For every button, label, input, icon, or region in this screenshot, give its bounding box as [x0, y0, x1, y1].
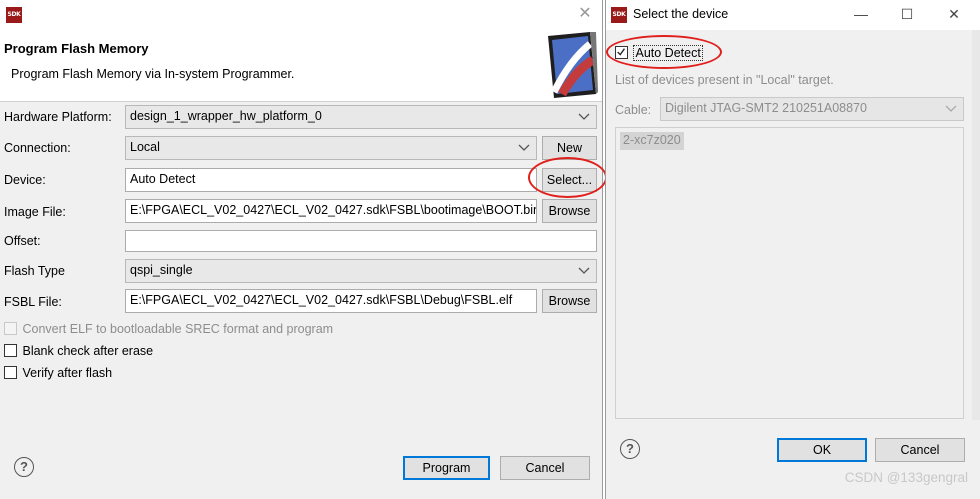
close-icon[interactable]: ✕	[576, 5, 594, 23]
chevron-down-icon	[578, 267, 590, 274]
flash-type-value: qspi_single	[130, 263, 193, 277]
minimize-icon[interactable]: —	[850, 4, 872, 24]
device-list-item[interactable]: 2-xc7z020	[620, 132, 684, 150]
dialog-header: Program Flash Memory Program Flash Memor…	[0, 30, 602, 102]
connection-value: Local	[130, 140, 160, 154]
browse-fsbl-button[interactable]: Browse	[542, 289, 597, 313]
device-field[interactable]: Auto Detect	[125, 168, 537, 192]
flash-type-select[interactable]: qspi_single	[125, 259, 597, 283]
fsbl-file-label: FSBL File:	[4, 295, 62, 309]
cable-select[interactable]: Digilent JTAG-SMT2 210251A08870	[660, 97, 964, 121]
cable-label: Cable:	[615, 103, 652, 117]
flash-memory-logo-icon	[548, 32, 598, 98]
dialog-title: Program Flash Memory	[4, 41, 149, 56]
program-flash-memory-dialog: SDK ✕ Program Flash Memory Program Flash…	[0, 0, 607, 499]
new-connection-button[interactable]: New	[542, 136, 597, 160]
blank-check-label: Blank check after erase	[22, 344, 154, 358]
ok-button[interactable]: OK	[777, 438, 867, 462]
help-icon[interactable]: ?	[14, 457, 34, 477]
right-title-bar[interactable]: SDK Select the device — ☐ ✕	[606, 0, 980, 30]
offset-label: Offset:	[4, 234, 41, 248]
offset-input[interactable]	[125, 230, 597, 252]
close-icon[interactable]: ✕	[943, 4, 965, 24]
browse-image-button[interactable]: Browse	[542, 199, 597, 223]
left-cancel-button[interactable]: Cancel	[500, 456, 590, 480]
convert-elf-checkbox[interactable]	[4, 322, 17, 335]
blank-check-checkbox[interactable]	[4, 344, 17, 357]
blank-check-option[interactable]: Blank check after erase	[4, 344, 153, 358]
chevron-down-icon	[578, 113, 590, 120]
auto-detect-label: Auto Detect	[633, 45, 703, 61]
cable-value: Digilent JTAG-SMT2 210251A08870	[665, 101, 867, 115]
image-file-input[interactable]: E:\FPGA\ECL_V02_0427\ECL_V02_0427.sdk\FS…	[125, 199, 537, 223]
hardware-platform-select[interactable]: design_1_wrapper_hw_platform_0	[125, 105, 597, 129]
select-device-button[interactable]: Select...	[542, 168, 597, 192]
verify-checkbox[interactable]	[4, 366, 17, 379]
verify-label: Verify after flash	[22, 366, 113, 380]
auto-detect-option[interactable]: Auto Detect	[615, 45, 703, 61]
fsbl-file-input[interactable]: E:\FPGA\ECL_V02_0427\ECL_V02_0427.sdk\FS…	[125, 289, 537, 313]
help-icon[interactable]: ?	[620, 439, 640, 459]
hardware-platform-value: design_1_wrapper_hw_platform_0	[130, 109, 322, 123]
chevron-down-icon	[945, 105, 957, 112]
left-title-bar[interactable]: SDK ✕	[0, 0, 602, 30]
connection-label: Connection:	[4, 141, 71, 155]
right-cancel-button[interactable]: Cancel	[875, 438, 965, 462]
scrollbar[interactable]	[972, 30, 980, 420]
sdk-app-icon: SDK	[611, 7, 627, 23]
flash-type-label: Flash Type	[4, 264, 65, 278]
device-list-caption: List of devices present in "Local" targe…	[615, 73, 834, 87]
select-device-dialog: SDK Select the device — ☐ ✕ Auto Detect …	[605, 0, 980, 499]
auto-detect-checkbox[interactable]	[615, 46, 628, 59]
verify-option[interactable]: Verify after flash	[4, 366, 112, 380]
chevron-down-icon	[518, 144, 530, 151]
program-button[interactable]: Program	[403, 456, 490, 480]
connection-select[interactable]: Local	[125, 136, 537, 160]
maximize-icon[interactable]: ☐	[896, 4, 918, 24]
sdk-app-icon: SDK	[6, 7, 22, 23]
device-label: Device:	[4, 173, 46, 187]
watermark: CSDN @133gengral	[844, 470, 968, 485]
convert-elf-label: Convert ELF to bootloadable SREC format …	[22, 322, 334, 336]
checkmark-icon	[617, 48, 626, 56]
hardware-platform-label: Hardware Platform:	[4, 110, 112, 124]
device-list[interactable]: 2-xc7z020	[615, 127, 964, 419]
dialog-description: Program Flash Memory via In-system Progr…	[11, 67, 295, 81]
image-file-label: Image File:	[4, 205, 66, 219]
convert-elf-option[interactable]: Convert ELF to bootloadable SREC format …	[4, 322, 333, 336]
right-dialog-title: Select the device	[633, 7, 729, 21]
right-dialog-content: Auto Detect List of devices present in "…	[606, 30, 980, 499]
